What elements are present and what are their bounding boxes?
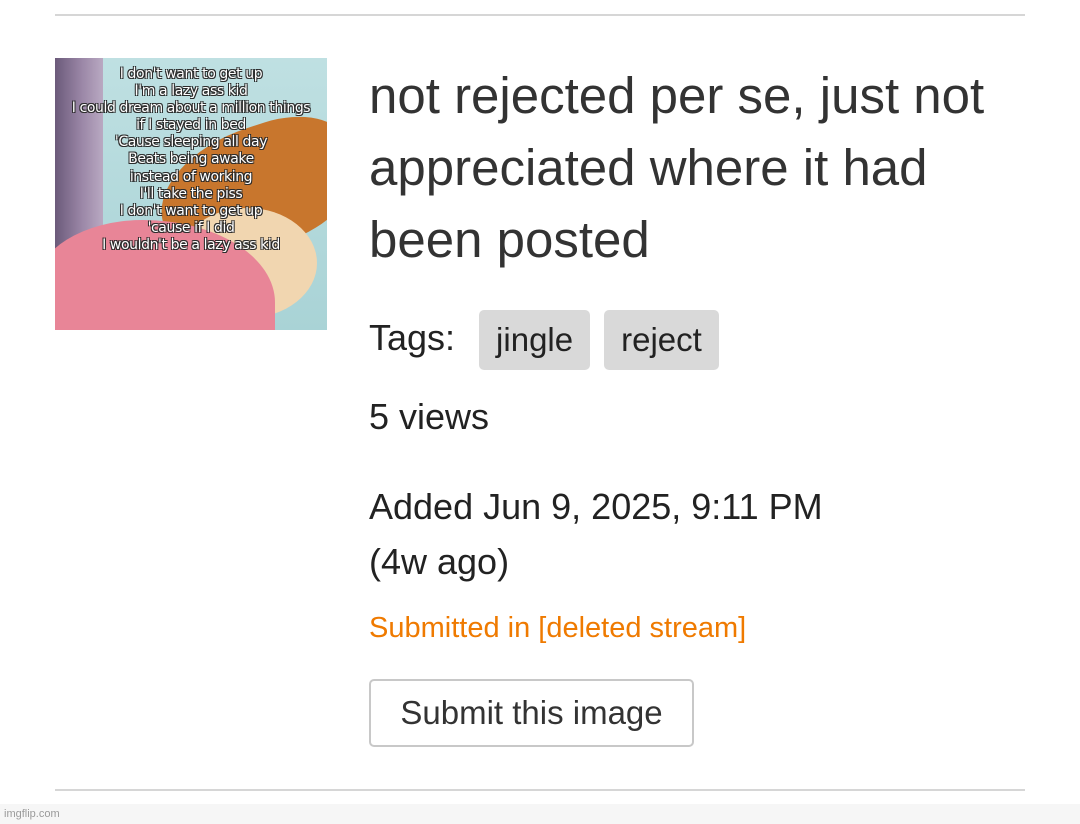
lyric-line: instead of working [129,168,253,185]
lyric-line: I could dream about a million things [71,100,311,117]
lyric-line: I don't want to get up [119,66,263,82]
meme-thumbnail[interactable]: I don't want to get up I'm a lazy ass ki… [55,58,327,330]
added-date: Added Jun 9, 2025, 9:11 PM (4w ago) [369,479,823,589]
tags-label: Tags: [369,317,456,358]
thumbnail-lyrics: I don't want to get up I'm a lazy ass ki… [55,66,327,254]
lyric-line: Beats being awake [128,151,254,168]
submit-image-button[interactable]: Submit this image [369,679,694,747]
lyric-line: 'Cause sleeping all day [114,134,268,151]
submitted-stream-link[interactable]: Submitted in [deleted stream] [369,612,746,645]
lyric-line: 'cause if I did [147,219,235,236]
bottom-divider [55,789,1025,791]
top-divider [55,14,1025,16]
view-count: 5 views [369,396,490,437]
lyric-line: I wouldn't be a lazy ass kid [102,236,280,253]
added-relative-time: (4w ago) [369,541,510,582]
footer-bar: imgflip.com [0,804,1080,824]
tag-jingle[interactable]: jingle [479,310,591,370]
lyric-line: if I stayed in bed [136,117,246,134]
post-title: not rejected per se, just not appreciate… [369,67,985,268]
lyric-line: I don't want to get up [119,202,263,219]
lyric-line: I'm a lazy ass kid [134,83,248,100]
lyric-line: I'll take the piss [139,185,243,202]
tags-row: Tags: jingle reject [369,310,733,370]
imgflip-watermark: imgflip.com [4,808,60,820]
tag-reject[interactable]: reject [604,310,719,370]
added-timestamp: Added Jun 9, 2025, 9:11 PM [369,486,823,527]
